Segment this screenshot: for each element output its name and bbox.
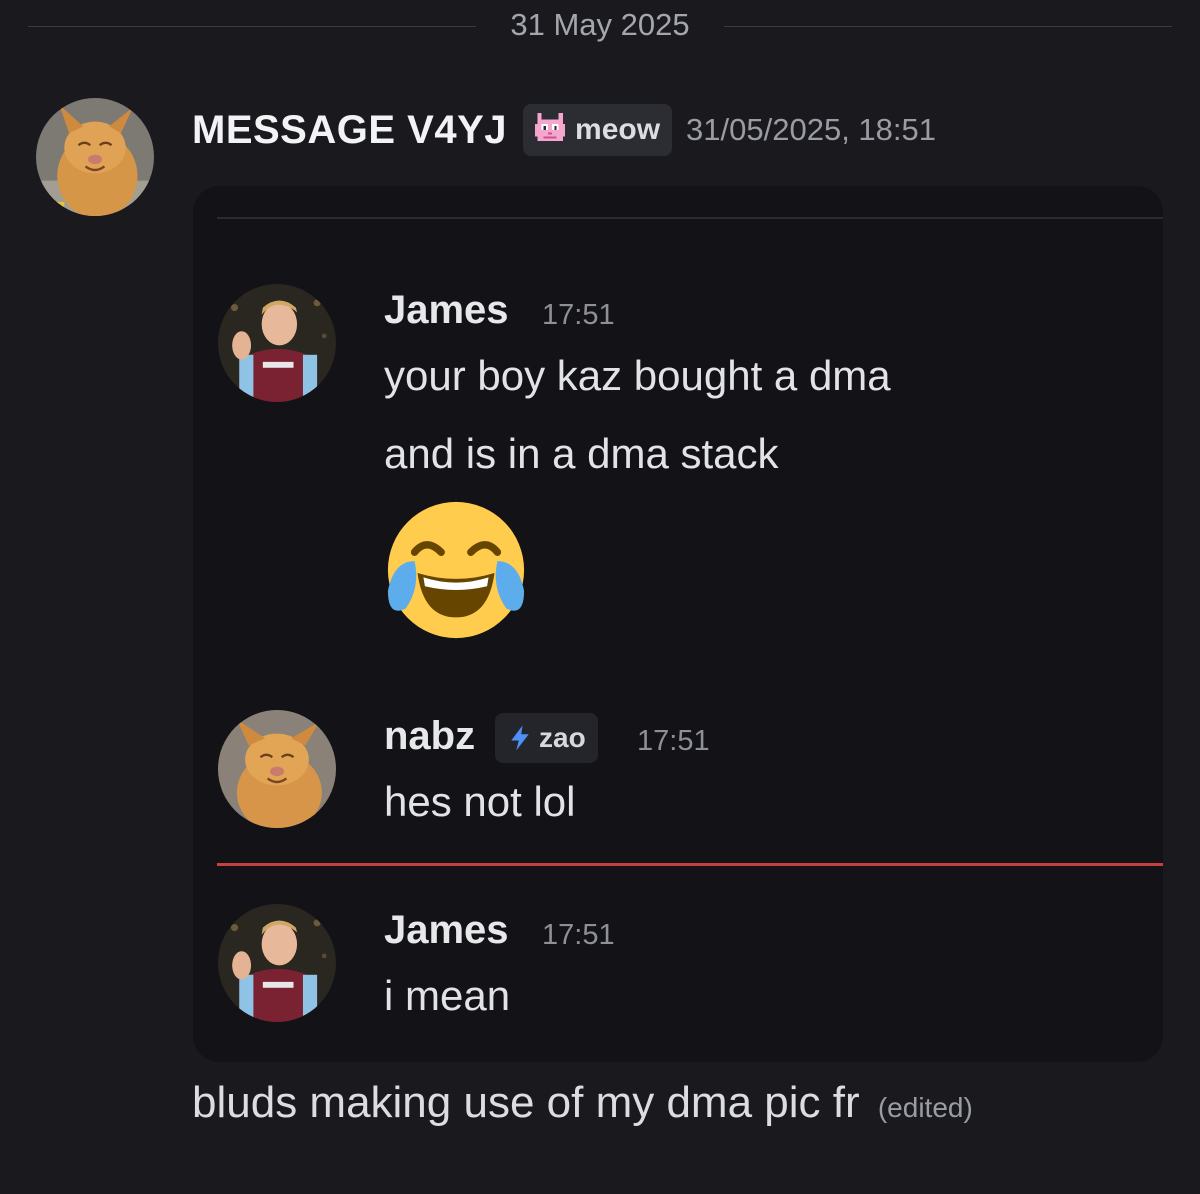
- embedded-chat-image[interactable]: [193, 186, 1163, 1062]
- lightning-bolt-icon: [505, 723, 535, 753]
- edited-label: (edited): [877, 1092, 973, 1123]
- pixel-cat-icon: [533, 111, 567, 150]
- author-avatar[interactable]: [36, 98, 154, 216]
- new-messages-divider: [217, 863, 1163, 866]
- server-tag-badge[interactable]: meow: [523, 104, 673, 156]
- author-username[interactable]: MESSAGE V4YJ: [192, 108, 507, 153]
- james-avatar[interactable]: [218, 284, 336, 402]
- message-caption-text: bluds making use of my dma pic fr: [192, 1078, 860, 1127]
- nabz-avatar[interactable]: [218, 710, 336, 828]
- message-text: and is in a dma stack: [384, 430, 779, 477]
- message-text: hes not lol: [384, 778, 576, 825]
- message-author[interactable]: James: [384, 288, 509, 333]
- message-text: your boy kaz bought a dma: [384, 352, 891, 399]
- clan-tag-badge[interactable]: zao: [495, 713, 598, 763]
- message-timestamp[interactable]: 31/05/2025, 18:51: [686, 112, 936, 148]
- james-avatar[interactable]: [218, 904, 336, 1022]
- message-author[interactable]: nabz: [384, 714, 475, 759]
- message-content: bluds making use of my dma pic fr (edite…: [192, 1078, 973, 1128]
- server-tag-label: meow: [575, 113, 661, 146]
- message-header: MESSAGE V4YJ meow 31/05/2025, 18:51: [192, 100, 936, 160]
- message-time: 17:51: [637, 725, 710, 757]
- clan-tag-label: zao: [539, 722, 586, 753]
- message-time: 17:51: [542, 919, 615, 951]
- divider-line-left: [28, 26, 476, 27]
- message-text: i mean: [384, 972, 511, 1019]
- date-divider-label: 31 May 2025: [510, 7, 690, 42]
- embed-top-divider: [217, 217, 1163, 219]
- face-with-tears-of-joy-icon: [382, 496, 530, 644]
- date-divider: 31 May 2025: [28, 8, 1172, 44]
- message-time: 17:51: [542, 299, 615, 331]
- divider-line-right: [724, 26, 1172, 27]
- message-author[interactable]: James: [384, 908, 509, 953]
